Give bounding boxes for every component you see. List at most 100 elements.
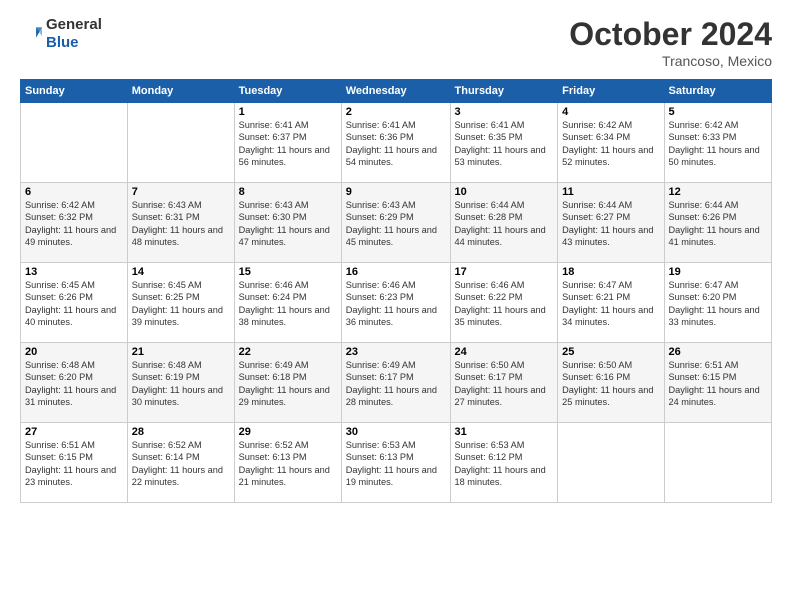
- day-number: 14: [132, 266, 230, 278]
- day-number: 2: [346, 106, 446, 118]
- day-number: 19: [669, 266, 768, 278]
- table-cell: 16Sunrise: 6:46 AM Sunset: 6:23 PM Dayli…: [341, 263, 450, 343]
- day-number: 16: [346, 266, 446, 278]
- table-cell: 17Sunrise: 6:46 AM Sunset: 6:22 PM Dayli…: [450, 263, 558, 343]
- table-cell: [664, 423, 772, 503]
- table-cell: 30Sunrise: 6:53 AM Sunset: 6:13 PM Dayli…: [341, 423, 450, 503]
- day-info: Sunrise: 6:50 AM Sunset: 6:17 PM Dayligh…: [455, 359, 554, 409]
- table-cell: 6Sunrise: 6:42 AM Sunset: 6:32 PM Daylig…: [21, 183, 128, 263]
- day-number: 30: [346, 426, 446, 438]
- table-cell: 28Sunrise: 6:52 AM Sunset: 6:14 PM Dayli…: [127, 423, 234, 503]
- day-number: 20: [25, 346, 123, 358]
- table-cell: 3Sunrise: 6:41 AM Sunset: 6:35 PM Daylig…: [450, 103, 558, 183]
- table-cell: 21Sunrise: 6:48 AM Sunset: 6:19 PM Dayli…: [127, 343, 234, 423]
- calendar-week-row: 1Sunrise: 6:41 AM Sunset: 6:37 PM Daylig…: [21, 103, 772, 183]
- day-number: 29: [239, 426, 337, 438]
- table-cell: 2Sunrise: 6:41 AM Sunset: 6:36 PM Daylig…: [341, 103, 450, 183]
- day-info: Sunrise: 6:48 AM Sunset: 6:20 PM Dayligh…: [25, 359, 123, 409]
- day-info: Sunrise: 6:41 AM Sunset: 6:35 PM Dayligh…: [455, 119, 554, 169]
- day-number: 21: [132, 346, 230, 358]
- day-info: Sunrise: 6:49 AM Sunset: 6:18 PM Dayligh…: [239, 359, 337, 409]
- day-number: 11: [562, 186, 659, 198]
- table-cell: 4Sunrise: 6:42 AM Sunset: 6:34 PM Daylig…: [558, 103, 664, 183]
- table-cell: 8Sunrise: 6:43 AM Sunset: 6:30 PM Daylig…: [234, 183, 341, 263]
- table-cell: 12Sunrise: 6:44 AM Sunset: 6:26 PM Dayli…: [664, 183, 772, 263]
- col-sunday: Sunday: [21, 80, 128, 103]
- logo-icon: [20, 23, 42, 45]
- table-cell: 26Sunrise: 6:51 AM Sunset: 6:15 PM Dayli…: [664, 343, 772, 423]
- day-number: 7: [132, 186, 230, 198]
- logo-blue: Blue: [46, 34, 79, 51]
- month-title: October 2024: [569, 16, 772, 53]
- table-cell: 29Sunrise: 6:52 AM Sunset: 6:13 PM Dayli…: [234, 423, 341, 503]
- calendar-header-row: Sunday Monday Tuesday Wednesday Thursday…: [21, 80, 772, 103]
- day-number: 9: [346, 186, 446, 198]
- day-info: Sunrise: 6:45 AM Sunset: 6:25 PM Dayligh…: [132, 279, 230, 329]
- day-info: Sunrise: 6:42 AM Sunset: 6:34 PM Dayligh…: [562, 119, 659, 169]
- day-info: Sunrise: 6:43 AM Sunset: 6:29 PM Dayligh…: [346, 199, 446, 249]
- col-monday: Monday: [127, 80, 234, 103]
- day-info: Sunrise: 6:49 AM Sunset: 6:17 PM Dayligh…: [346, 359, 446, 409]
- day-number: 26: [669, 346, 768, 358]
- col-wednesday: Wednesday: [341, 80, 450, 103]
- day-number: 22: [239, 346, 337, 358]
- table-cell: 25Sunrise: 6:50 AM Sunset: 6:16 PM Dayli…: [558, 343, 664, 423]
- table-cell: 10Sunrise: 6:44 AM Sunset: 6:28 PM Dayli…: [450, 183, 558, 263]
- day-info: Sunrise: 6:47 AM Sunset: 6:21 PM Dayligh…: [562, 279, 659, 329]
- calendar-week-row: 20Sunrise: 6:48 AM Sunset: 6:20 PM Dayli…: [21, 343, 772, 423]
- page: General Blue October 2024 Trancoso, Mexi…: [0, 0, 792, 612]
- day-number: 24: [455, 346, 554, 358]
- col-tuesday: Tuesday: [234, 80, 341, 103]
- calendar-week-row: 13Sunrise: 6:45 AM Sunset: 6:26 PM Dayli…: [21, 263, 772, 343]
- day-info: Sunrise: 6:45 AM Sunset: 6:26 PM Dayligh…: [25, 279, 123, 329]
- day-number: 17: [455, 266, 554, 278]
- day-number: 6: [25, 186, 123, 198]
- day-number: 12: [669, 186, 768, 198]
- table-cell: [558, 423, 664, 503]
- logo-text: General Blue: [46, 16, 102, 52]
- day-number: 13: [25, 266, 123, 278]
- calendar-week-row: 27Sunrise: 6:51 AM Sunset: 6:15 PM Dayli…: [21, 423, 772, 503]
- day-number: 1: [239, 106, 337, 118]
- day-number: 3: [455, 106, 554, 118]
- day-number: 28: [132, 426, 230, 438]
- day-info: Sunrise: 6:42 AM Sunset: 6:33 PM Dayligh…: [669, 119, 768, 169]
- day-number: 15: [239, 266, 337, 278]
- table-cell: 15Sunrise: 6:46 AM Sunset: 6:24 PM Dayli…: [234, 263, 341, 343]
- table-cell: 1Sunrise: 6:41 AM Sunset: 6:37 PM Daylig…: [234, 103, 341, 183]
- calendar-week-row: 6Sunrise: 6:42 AM Sunset: 6:32 PM Daylig…: [21, 183, 772, 263]
- day-info: Sunrise: 6:50 AM Sunset: 6:16 PM Dayligh…: [562, 359, 659, 409]
- day-info: Sunrise: 6:51 AM Sunset: 6:15 PM Dayligh…: [25, 439, 123, 489]
- table-cell: 20Sunrise: 6:48 AM Sunset: 6:20 PM Dayli…: [21, 343, 128, 423]
- location: Trancoso, Mexico: [569, 53, 772, 69]
- day-info: Sunrise: 6:53 AM Sunset: 6:13 PM Dayligh…: [346, 439, 446, 489]
- logo: General Blue: [20, 16, 102, 52]
- day-number: 27: [25, 426, 123, 438]
- day-info: Sunrise: 6:46 AM Sunset: 6:23 PM Dayligh…: [346, 279, 446, 329]
- day-number: 23: [346, 346, 446, 358]
- table-cell: 24Sunrise: 6:50 AM Sunset: 6:17 PM Dayli…: [450, 343, 558, 423]
- col-saturday: Saturday: [664, 80, 772, 103]
- table-cell: [127, 103, 234, 183]
- day-info: Sunrise: 6:53 AM Sunset: 6:12 PM Dayligh…: [455, 439, 554, 489]
- day-info: Sunrise: 6:47 AM Sunset: 6:20 PM Dayligh…: [669, 279, 768, 329]
- table-cell: 13Sunrise: 6:45 AM Sunset: 6:26 PM Dayli…: [21, 263, 128, 343]
- day-number: 10: [455, 186, 554, 198]
- day-info: Sunrise: 6:43 AM Sunset: 6:30 PM Dayligh…: [239, 199, 337, 249]
- day-info: Sunrise: 6:41 AM Sunset: 6:36 PM Dayligh…: [346, 119, 446, 169]
- table-cell: 31Sunrise: 6:53 AM Sunset: 6:12 PM Dayli…: [450, 423, 558, 503]
- day-info: Sunrise: 6:52 AM Sunset: 6:14 PM Dayligh…: [132, 439, 230, 489]
- day-info: Sunrise: 6:41 AM Sunset: 6:37 PM Dayligh…: [239, 119, 337, 169]
- day-info: Sunrise: 6:42 AM Sunset: 6:32 PM Dayligh…: [25, 199, 123, 249]
- day-info: Sunrise: 6:44 AM Sunset: 6:26 PM Dayligh…: [669, 199, 768, 249]
- table-cell: 22Sunrise: 6:49 AM Sunset: 6:18 PM Dayli…: [234, 343, 341, 423]
- header: General Blue October 2024 Trancoso, Mexi…: [20, 16, 772, 69]
- table-cell: [21, 103, 128, 183]
- col-friday: Friday: [558, 80, 664, 103]
- table-cell: 11Sunrise: 6:44 AM Sunset: 6:27 PM Dayli…: [558, 183, 664, 263]
- calendar-body: 1Sunrise: 6:41 AM Sunset: 6:37 PM Daylig…: [21, 103, 772, 503]
- day-info: Sunrise: 6:44 AM Sunset: 6:27 PM Dayligh…: [562, 199, 659, 249]
- table-cell: 19Sunrise: 6:47 AM Sunset: 6:20 PM Dayli…: [664, 263, 772, 343]
- day-info: Sunrise: 6:46 AM Sunset: 6:22 PM Dayligh…: [455, 279, 554, 329]
- calendar-table: Sunday Monday Tuesday Wednesday Thursday…: [20, 79, 772, 503]
